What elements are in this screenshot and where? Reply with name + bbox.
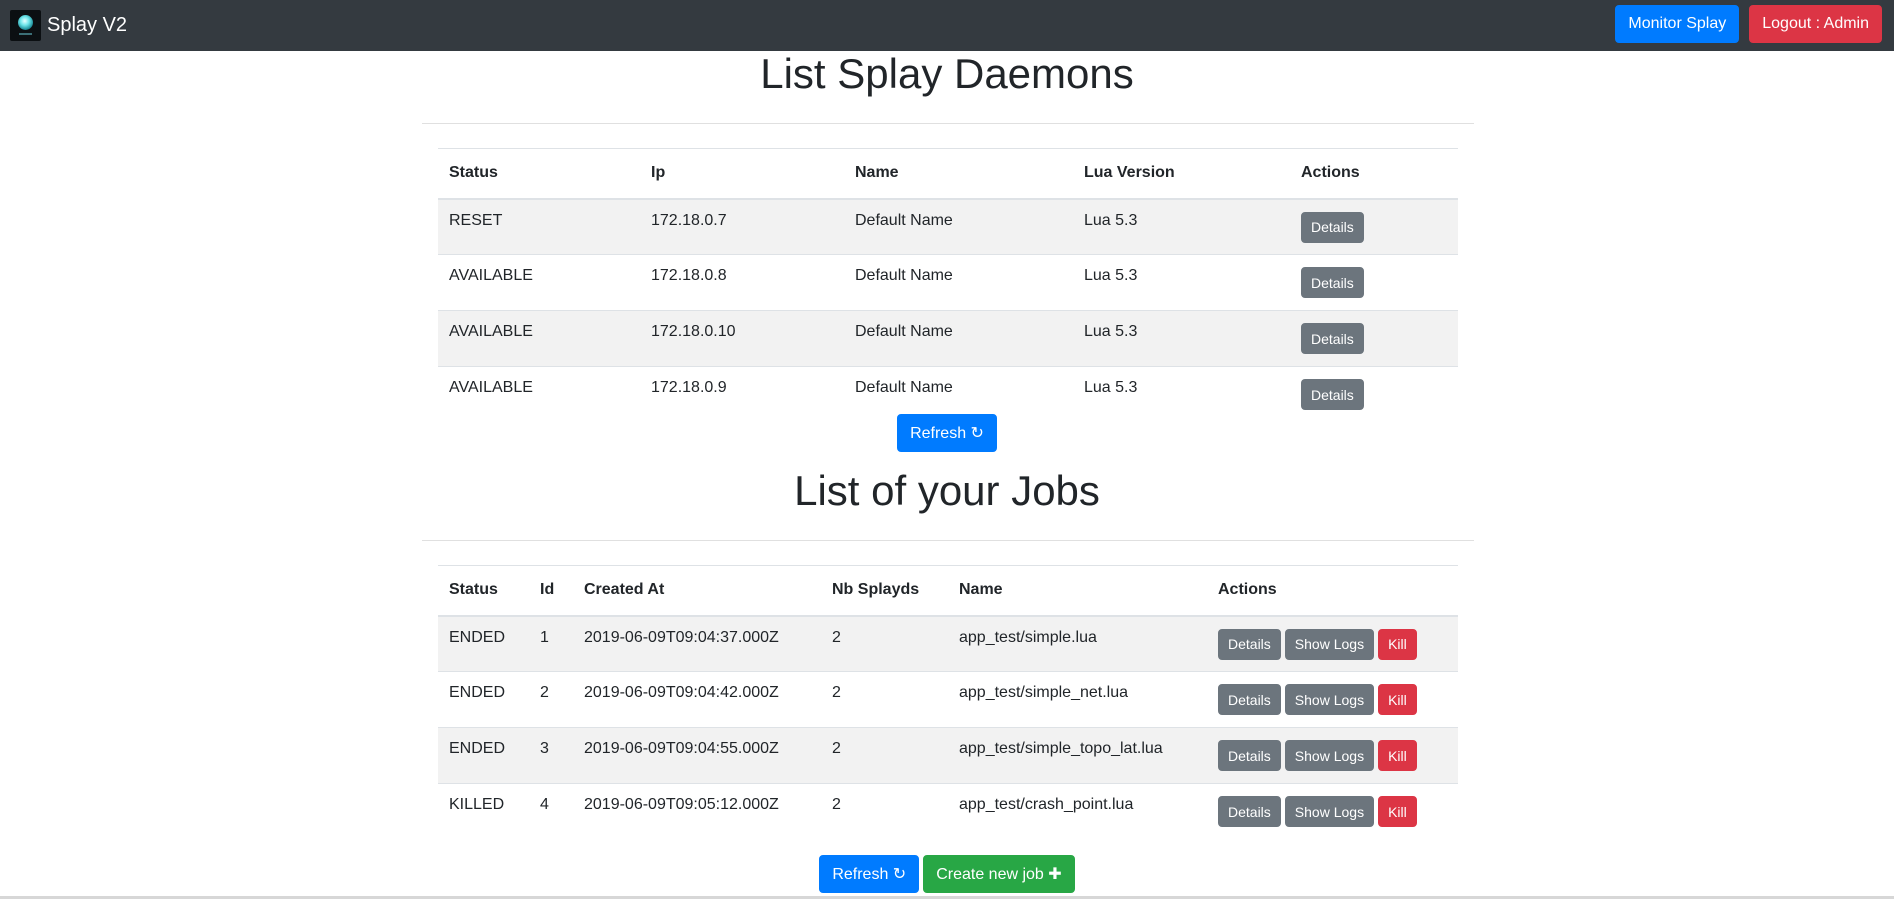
column-header: Actions [1290, 148, 1458, 200]
splay-logo-icon [10, 10, 41, 41]
details-button[interactable]: Details [1301, 211, 1364, 243]
table-row: ENDED 2 2019-06-09T09:04:42.000Z 2 app_t… [438, 671, 1458, 728]
job-created-at: 2019-06-09T09:04:42.000Z [573, 671, 821, 728]
kill-button[interactable]: Kill [1378, 740, 1417, 771]
table-row: ENDED 1 2019-06-09T09:04:37.000Z 2 app_t… [438, 615, 1458, 672]
daemon-name: Default Name [844, 310, 1073, 367]
job-status: ENDED [438, 615, 529, 672]
kill-button[interactable]: Kill [1378, 628, 1417, 660]
table-row: KILLED 4 2019-06-09T09:05:12.000Z 2 app_… [438, 783, 1458, 840]
show-logs-button[interactable]: Show Logs [1284, 740, 1375, 771]
job-id: 2 [529, 671, 573, 728]
kill-button[interactable]: Kill [1378, 796, 1417, 827]
column-header: Nb Splayds [821, 565, 948, 617]
show-logs-button[interactable]: Show Logs [1284, 628, 1375, 660]
daemons-refresh-row: Refresh ↻ [0, 414, 1894, 452]
job-name: app_test/crash_point.lua [948, 783, 1207, 840]
job-created-at: 2019-06-09T09:04:55.000Z [573, 727, 821, 784]
jobs-title: List of your Jobs [794, 467, 1100, 514]
job-name: app_test/simple_net.lua [948, 671, 1207, 728]
column-header: Ip [640, 148, 844, 200]
daemons-table-header: Status Ip Name Lua Version Actions [438, 148, 1458, 200]
details-button[interactable]: Details [1301, 323, 1364, 354]
daemon-ip: 172.18.0.7 [640, 198, 844, 255]
details-button[interactable]: Details [1301, 267, 1364, 298]
job-nb-splayds: 2 [821, 727, 948, 784]
details-button[interactable]: Details [1301, 379, 1364, 410]
daemons-table: Status Ip Name Lua Version Actions RESET… [438, 148, 1458, 423]
job-actions: Details Show Logs Kill [1207, 615, 1458, 672]
daemon-ip: 172.18.0.10 [640, 310, 844, 367]
table-row: RESET 172.18.0.7 Default Name Lua 5.3 De… [438, 198, 1458, 255]
job-nb-splayds: 2 [821, 671, 948, 728]
daemon-actions: Details [1290, 310, 1458, 367]
daemon-lua-version: Lua 5.3 [1073, 198, 1290, 255]
column-header: Name [844, 148, 1073, 200]
details-button[interactable]: Details [1218, 684, 1281, 715]
column-header: Id [529, 565, 573, 617]
details-button[interactable]: Details [1218, 740, 1281, 771]
job-created-at: 2019-06-09T09:05:12.000Z [573, 783, 821, 840]
show-logs-button[interactable]: Show Logs [1284, 796, 1375, 827]
job-created-at: 2019-06-09T09:04:37.000Z [573, 615, 821, 672]
job-id: 3 [529, 727, 573, 784]
daemon-status: AVAILABLE [438, 310, 640, 367]
jobs-divider [422, 540, 1474, 541]
job-actions: Details Show Logs Kill [1207, 671, 1458, 728]
top-navbar: Splay V2 Monitor Splay Logout : Admin [0, 0, 1894, 51]
job-status: ENDED [438, 727, 529, 784]
job-id: 1 [529, 615, 573, 672]
brand[interactable]: Splay V2 [10, 10, 127, 41]
job-name: app_test/simple_topo_lat.lua [948, 727, 1207, 784]
daemon-status: AVAILABLE [438, 254, 640, 311]
jobs-table-header: Status Id Created At Nb Splayds Name Act… [438, 565, 1458, 617]
column-header: Actions [1207, 565, 1458, 617]
daemon-status: RESET [438, 198, 640, 255]
job-name: app_test/simple.lua [948, 615, 1207, 672]
daemon-lua-version: Lua 5.3 [1073, 254, 1290, 311]
jobs-refresh-button[interactable]: Refresh ↻ [819, 855, 920, 893]
table-row: AVAILABLE 172.18.0.8 Default Name Lua 5.… [438, 254, 1458, 311]
monitor-splay-button[interactable]: Monitor Splay [1615, 5, 1740, 43]
details-button[interactable]: Details [1218, 796, 1281, 827]
table-row: ENDED 3 2019-06-09T09:04:55.000Z 2 app_t… [438, 727, 1458, 784]
daemon-ip: 172.18.0.8 [640, 254, 844, 311]
job-actions: Details Show Logs Kill [1207, 727, 1458, 784]
logout-button[interactable]: Logout : Admin [1749, 5, 1882, 43]
jobs-table: Status Id Created At Nb Splayds Name Act… [438, 565, 1458, 840]
daemon-lua-version: Lua 5.3 [1073, 310, 1290, 367]
column-header: Status [438, 148, 640, 200]
brand-title: Splay V2 [47, 14, 128, 36]
daemon-actions: Details [1290, 254, 1458, 311]
job-nb-splayds: 2 [821, 783, 948, 840]
column-header: Name [948, 565, 1207, 617]
daemon-name: Default Name [844, 254, 1073, 311]
daemons-divider [422, 123, 1474, 124]
job-status: ENDED [438, 671, 529, 728]
details-button[interactable]: Details [1218, 628, 1281, 660]
daemon-actions: Details [1290, 198, 1458, 255]
table-row: AVAILABLE 172.18.0.10 Default Name Lua 5… [438, 310, 1458, 367]
daemon-name: Default Name [844, 198, 1073, 255]
job-nb-splayds: 2 [821, 615, 948, 672]
create-new-job-button[interactable]: Create new job ✚ [923, 855, 1075, 893]
job-actions: Details Show Logs Kill [1207, 783, 1458, 840]
column-header: Created At [573, 565, 821, 617]
column-header: Lua Version [1073, 148, 1290, 200]
navbar-actions: Monitor Splay Logout : Admin [1615, 5, 1882, 43]
kill-button[interactable]: Kill [1378, 684, 1417, 715]
daemons-title: List Splay Daemons [760, 50, 1134, 97]
job-id: 4 [529, 783, 573, 840]
jobs-actions-row: Refresh ↻ Create new job ✚ [0, 855, 1894, 893]
job-status: KILLED [438, 783, 529, 840]
show-logs-button[interactable]: Show Logs [1284, 684, 1375, 715]
daemons-refresh-button[interactable]: Refresh ↻ [897, 414, 997, 452]
column-header: Status [438, 565, 529, 617]
